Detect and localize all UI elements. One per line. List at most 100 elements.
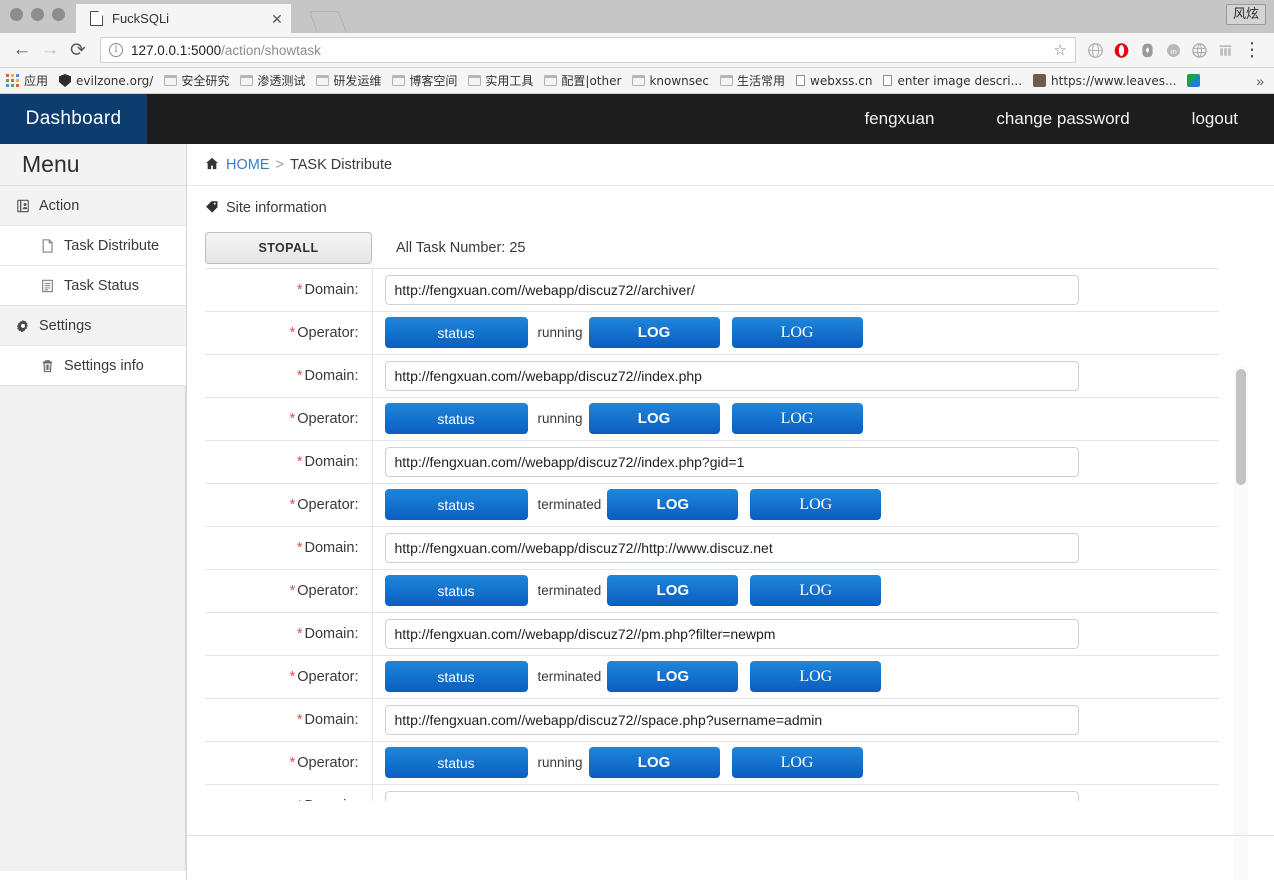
bookmark-label: 博客空间 [409, 72, 457, 89]
log-button-secondary[interactable]: LOG [732, 747, 863, 778]
domain-input[interactable] [385, 447, 1079, 477]
domain-label-cell: *Domain: [205, 440, 372, 483]
bookmark-item[interactable]: knownsec [632, 74, 709, 88]
bookmark-item[interactable]: https://www.leaves... [1033, 74, 1176, 88]
maximize-window-button[interactable] [52, 8, 65, 21]
minimize-window-button[interactable] [31, 8, 44, 21]
status-button[interactable]: status [385, 661, 528, 692]
domain-input[interactable] [385, 275, 1079, 305]
bookmark-item[interactable]: 生活常用 [720, 72, 785, 89]
domain-input[interactable] [385, 791, 1079, 802]
status-button[interactable]: status [385, 747, 528, 778]
trash-icon [38, 359, 57, 373]
task-table: STOPALL All Task Number: 25 *Domain: [205, 228, 1219, 801]
browser-tab[interactable]: FuckSQLi ✕ [76, 4, 291, 33]
domain-input[interactable] [385, 619, 1079, 649]
log-button-secondary[interactable]: LOG [750, 661, 881, 692]
status-button[interactable]: status [385, 317, 528, 348]
close-tab-icon[interactable]: ✕ [269, 11, 285, 27]
window-controls[interactable] [10, 8, 65, 21]
log-button-secondary[interactable]: LOG [732, 403, 863, 434]
tag-icon [205, 200, 219, 216]
domain-input[interactable] [385, 533, 1079, 563]
status-button[interactable]: status [385, 489, 528, 520]
bookmark-item[interactable]: evilzone.org/ [59, 74, 153, 88]
log-button[interactable]: LOG [607, 661, 738, 692]
page-icon [883, 75, 892, 86]
log-button[interactable]: LOG [589, 403, 720, 434]
forward-icon[interactable]: → [36, 36, 64, 64]
extension-globe-icon[interactable] [1082, 37, 1108, 63]
operator-label: Operator: [297, 755, 358, 771]
bookmark-item[interactable]: 配置|other [544, 72, 621, 89]
log-button[interactable]: LOG [607, 575, 738, 606]
bookmark-apps[interactable]: 应用 [6, 72, 48, 89]
domain-label: Domain: [305, 454, 359, 470]
bookmark-item[interactable]: enter image descri... [883, 74, 1022, 88]
close-window-button[interactable] [10, 8, 23, 21]
extension-shield-icon[interactable] [1134, 37, 1160, 63]
bookmark-item[interactable] [1187, 74, 1205, 87]
bookmark-star-icon[interactable]: ☆ [1054, 41, 1067, 59]
site-info-icon[interactable]: i [109, 43, 123, 57]
bookmark-item[interactable]: 实用工具 [468, 72, 533, 89]
reload-icon[interactable]: ⟳ [64, 36, 92, 64]
operator-controls: status running LOG LOG [385, 317, 1220, 348]
task-state-label: running [538, 755, 583, 770]
site-icon [1033, 74, 1046, 87]
sidebar-item-settings-info[interactable]: Settings info [0, 346, 186, 386]
bookmark-item[interactable]: 安全研究 [164, 72, 229, 89]
required-mark: * [297, 712, 303, 728]
extension-opera-icon[interactable] [1108, 37, 1134, 63]
navigation-toolbar: ← → ⟳ i 127.0.0.1:5000/action/showtask ☆… [0, 33, 1274, 68]
back-icon[interactable]: ← [8, 36, 36, 64]
bookmark-item[interactable]: 渗透测试 [240, 72, 305, 89]
bookmark-item[interactable]: 博客空间 [392, 72, 457, 89]
log-button[interactable]: LOG [589, 747, 720, 778]
status-button[interactable]: status [385, 403, 528, 434]
domain-label: Domain: [305, 626, 359, 642]
operator-value-cell: status terminated LOG LOG [372, 483, 1219, 526]
domain-input[interactable] [385, 705, 1079, 735]
app-brand[interactable]: Dashboard [0, 94, 147, 144]
status-button[interactable]: status [385, 575, 528, 606]
bookmark-item[interactable]: 研发运维 [316, 72, 381, 89]
browser-menu-icon[interactable]: ⋮ [1238, 36, 1266, 64]
logout-link[interactable]: logout [1192, 109, 1238, 129]
window-user-label[interactable]: 风炫 [1226, 4, 1266, 25]
table-row: *Domain: [205, 698, 1219, 741]
bookmarks-overflow-icon[interactable]: » [1256, 73, 1268, 89]
content-scrollbar[interactable] [1234, 366, 1248, 880]
domain-label: Domain: [305, 368, 359, 384]
breadcrumb-separator: > [276, 157, 284, 173]
app-topbar: Dashboard fengxuan change password logou… [0, 94, 1274, 144]
extension-world-icon[interactable] [1186, 37, 1212, 63]
operator-value-cell: status terminated LOG LOG [372, 655, 1219, 698]
scrollbar-thumb[interactable] [1236, 369, 1246, 485]
top-navigation: fengxuan change password logout [147, 94, 1274, 144]
sidebar-item-action[interactable]: Action [0, 186, 186, 226]
new-tab-button[interactable] [309, 11, 347, 33]
breadcrumb-home-link[interactable]: HOME [226, 157, 270, 173]
table-row: *Operator: status terminated LOG LOG [205, 569, 1219, 612]
log-button[interactable]: LOG [589, 317, 720, 348]
bookmark-item[interactable]: webxss.cn [796, 74, 872, 88]
required-mark: * [290, 411, 296, 427]
username-link[interactable]: fengxuan [864, 109, 934, 129]
change-password-link[interactable]: change password [996, 109, 1129, 129]
stop-all-button[interactable]: STOPALL [205, 232, 372, 264]
log-button-secondary[interactable]: LOG [732, 317, 863, 348]
extension-columns-icon[interactable] [1212, 37, 1238, 63]
address-bar[interactable]: i 127.0.0.1:5000/action/showtask ☆ [100, 37, 1076, 63]
stop-all-cell: STOPALL [205, 228, 372, 268]
domain-input[interactable] [385, 361, 1079, 391]
sidebar-item-task-distribute[interactable]: Task Distribute [0, 226, 186, 266]
sidebar-item-settings[interactable]: Settings [0, 306, 186, 346]
sidebar-item-task-status[interactable]: Task Status [0, 266, 186, 306]
log-button-secondary[interactable]: LOG [750, 489, 881, 520]
sidebar-item-label: Settings info [64, 358, 144, 374]
log-button[interactable]: LOG [607, 489, 738, 520]
table-row: *Domain: [205, 784, 1219, 801]
extension-m-icon[interactable]: m [1160, 37, 1186, 63]
log-button-secondary[interactable]: LOG [750, 575, 881, 606]
